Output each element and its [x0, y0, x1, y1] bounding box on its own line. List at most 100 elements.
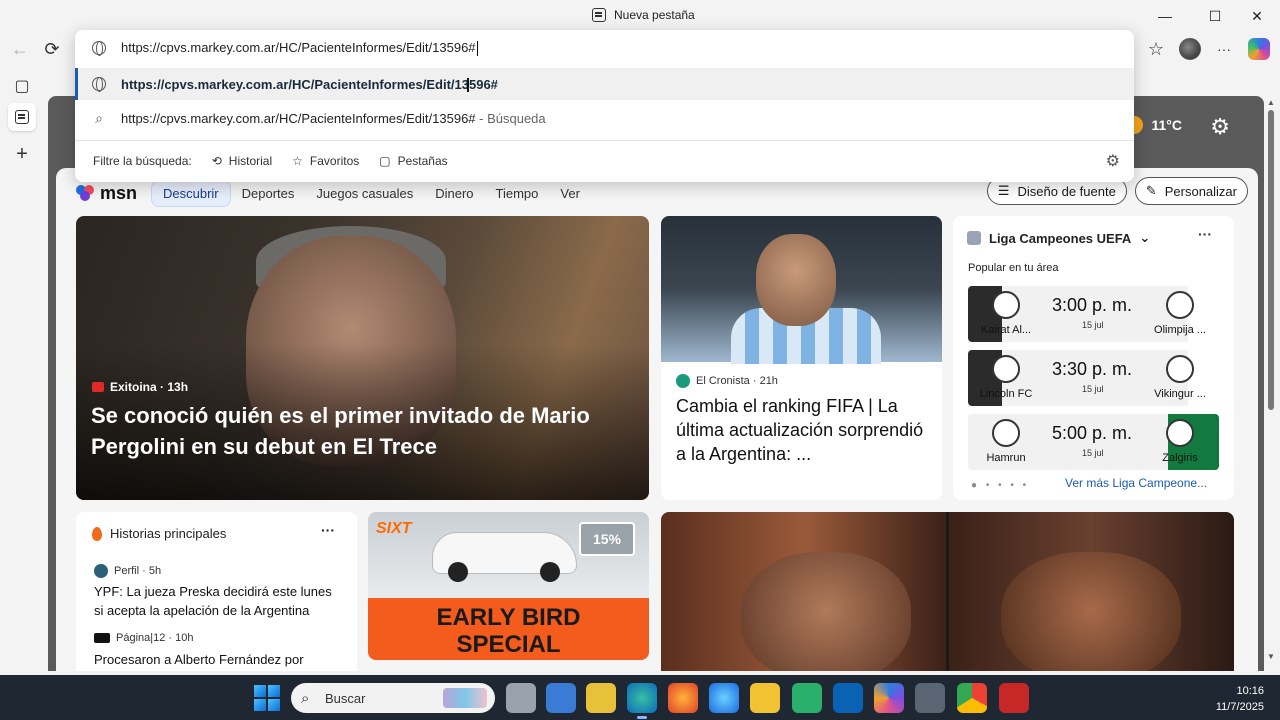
address-bar-dropdown: https://cpvs.markey.com.ar/HC/PacienteIn… [75, 30, 1134, 182]
ad-headline: EARLY BIRD SPECIAL [368, 598, 649, 660]
file-explorer-icon[interactable] [750, 683, 780, 713]
sixt-ad-card[interactable]: SIXT 15% EARLY BIRD SPECIAL [368, 512, 649, 660]
stories-header: Historias principales [92, 526, 226, 541]
filter-favoritos[interactable]: ☆ Favoritos [292, 154, 359, 168]
firefox-icon[interactable] [668, 683, 698, 713]
ad-headline-line2: SPECIAL [456, 631, 561, 658]
avatar [1179, 38, 1201, 60]
uefa-subtitle: Popular en tu área [968, 262, 1059, 274]
story-headline[interactable]: YPF: La jueza Preska decidirá este lunes… [94, 582, 344, 620]
suggestion-url[interactable]: https://cpvs.markey.com.ar/HC/PacienteIn… [75, 68, 1134, 100]
active-tab-icon [15, 110, 29, 124]
suggestion-search[interactable]: ⌕ https://cpvs.markey.com.ar/HC/Paciente… [75, 102, 1134, 134]
notification-app-icon[interactable] [999, 683, 1029, 713]
tab-actions-icon[interactable]: ▢ [8, 72, 36, 100]
wheel-shape [540, 562, 560, 582]
uefa-header[interactable]: Liga Campeones UEFA ⌄ [967, 230, 1150, 246]
match-row[interactable]: 3:30 p. m. 15 jul Lincoln FC Vikingur ..… [968, 350, 1219, 406]
sliders-icon: ☰ [997, 183, 1010, 198]
scroll-up-icon[interactable]: ▲ [1267, 98, 1275, 107]
hero-source: Exitoina · 13h [92, 380, 188, 394]
photo-news-card[interactable] [661, 512, 1234, 671]
store-icon[interactable] [546, 683, 576, 713]
explorer-tools-icon[interactable] [586, 683, 616, 713]
calculator-icon[interactable] [915, 683, 945, 713]
filter-pestanas[interactable]: ▢ Pestañas [379, 154, 447, 168]
msn-logo-text: msn [100, 182, 138, 203]
team-crest-icon [1166, 291, 1194, 319]
news-title: Cambia el ranking FIFA | La última actua… [676, 396, 924, 464]
match-row[interactable]: 3:00 p. m. 15 jul Kairat Al... Olimpija … [968, 286, 1219, 342]
uefa-more-icon[interactable]: ··· [1198, 226, 1212, 242]
taskbar-search[interactable]: ⌕ Buscar [291, 683, 495, 713]
filter-label: Filtre la búsqueda: [93, 154, 192, 168]
check-app-icon[interactable] [792, 683, 822, 713]
copilot-button[interactable] [1245, 35, 1273, 63]
nav-juegos[interactable]: Juegos casuales [305, 181, 424, 206]
refresh-icon[interactable]: ⟳ [38, 35, 66, 63]
workspace-tab-icon[interactable] [8, 103, 36, 131]
uefa-title: Liga Campeones UEFA [989, 230, 1132, 246]
favorites-icon[interactable]: ☆ [1142, 35, 1170, 63]
scroll-thumb[interactable] [1268, 110, 1274, 410]
address-input[interactable]: https://cpvs.markey.com.ar/HC/PacienteIn… [75, 30, 1134, 66]
nav-dinero[interactable]: Dinero [424, 181, 484, 206]
story-headline[interactable]: Procesaron a Alberto Fernández por [94, 650, 344, 669]
personalize-button[interactable]: ✎ Personalizar [1134, 177, 1248, 205]
match-time: 3:30 p. m. [1052, 359, 1133, 379]
back-icon[interactable]: ← [6, 35, 34, 63]
page-scrollbar[interactable]: ▲ ▼ [1266, 96, 1276, 671]
profile-avatar[interactable] [1176, 35, 1204, 63]
scroll-down-icon[interactable]: ▼ [1267, 652, 1275, 661]
edge-icon[interactable] [627, 683, 657, 719]
font-design-label: Diseño de fuente [1017, 183, 1116, 199]
carousel-dots[interactable]: ● • • • • [971, 480, 1029, 491]
home-team: Lincoln FC [979, 388, 1033, 400]
outlook-icon[interactable] [833, 683, 863, 713]
new-tab-add-icon[interactable]: + [8, 140, 36, 168]
tab-title[interactable]: Nueva pestaña [592, 8, 695, 22]
close-button[interactable]: ✕ [1234, 0, 1280, 32]
divider [75, 140, 1134, 141]
news-card-fifa[interactable]: El Cronista · 21h Cambia el ranking FIFA… [661, 216, 942, 500]
team-crest-icon [992, 355, 1020, 383]
nav-ver[interactable]: Ver [549, 181, 591, 206]
msn-nav: msn Descubrir Deportes Juegos casuales D… [76, 178, 591, 208]
search-settings-gear-icon[interactable]: ⚙ [1106, 151, 1120, 171]
story-source-label: Página|12 · 10h [116, 632, 194, 644]
page-settings-gear-icon[interactable]: ⚙ [1210, 114, 1230, 140]
firefox-dev-icon[interactable] [709, 683, 739, 713]
filter-historial[interactable]: ⟲ Historial [212, 154, 272, 168]
suggestion-url-text: https://cpvs.markey.com.ar/HC/PacienteIn… [121, 76, 498, 92]
task-view-icon[interactable] [506, 683, 536, 713]
text-caret [476, 41, 478, 57]
stories-title: Historias principales [110, 526, 227, 541]
nav-descubrir[interactable]: Descubrir [151, 179, 231, 207]
discount-badge: 15% [579, 522, 635, 556]
match-time: 5:00 p. m. [1052, 423, 1133, 443]
stories-more-icon[interactable]: ··· [321, 522, 335, 538]
windows-start-icon[interactable] [254, 685, 280, 711]
maximize-button[interactable]: ☐ [1192, 0, 1238, 32]
msn-logo[interactable]: msn [76, 183, 137, 204]
player-head-shape [756, 234, 836, 326]
address-input-value[interactable]: https://cpvs.markey.com.ar/HC/PacienteIn… [121, 40, 478, 57]
title-bar: Nueva pestaña — ☐ ✕ [0, 0, 1280, 32]
uefa-see-more-link[interactable]: Ver más Liga Campeone... [1065, 476, 1207, 490]
pagina12-logo-icon [94, 633, 110, 643]
system-clock[interactable]: 10:16 11/7/2025 [1216, 683, 1264, 715]
nav-tiempo[interactable]: Tiempo [485, 181, 550, 206]
chrome-icon[interactable] [957, 683, 987, 713]
clock-time: 10:16 [1236, 685, 1264, 697]
news-source-label: El Cronista · 21h [696, 375, 778, 387]
more-icon[interactable]: ··· [1210, 35, 1238, 63]
match-row[interactable]: 5:00 p. m. 15 jul Hamrun Zalgiris [968, 414, 1219, 470]
star-icon: ☆ [292, 154, 303, 168]
wheel-shape [448, 562, 468, 582]
hero-news-card[interactable]: Exitoina · 13h Se conoció quién es el pr… [76, 216, 649, 500]
portrait-right [1001, 552, 1181, 671]
nav-deportes[interactable]: Deportes [231, 181, 306, 206]
msn-feed: msn Descubrir Deportes Juegos casuales D… [56, 168, 1258, 671]
copilot-app-icon[interactable] [874, 683, 904, 713]
minimize-button[interactable]: — [1142, 0, 1188, 32]
